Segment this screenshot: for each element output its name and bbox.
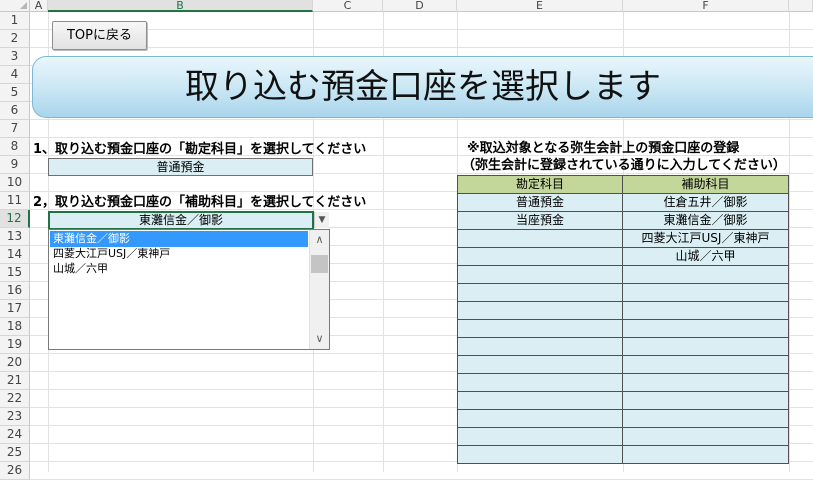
- table-cell-account-item[interactable]: [457, 445, 623, 464]
- table-cell-account-item[interactable]: [457, 427, 623, 446]
- table-cell-account-item[interactable]: [457, 337, 623, 356]
- table-cell-sub-account[interactable]: [622, 337, 789, 356]
- row-header-17[interactable]: 17: [0, 300, 30, 318]
- table-cell-account-item[interactable]: 当座預金: [457, 211, 623, 230]
- row-header-16[interactable]: 16: [0, 282, 30, 300]
- column-header-f[interactable]: F: [623, 0, 789, 12]
- table-cell-account-item[interactable]: [457, 355, 623, 374]
- table-cell-account-item[interactable]: [457, 409, 623, 428]
- header-account-item: 勘定科目: [457, 175, 623, 194]
- top-return-button[interactable]: TOPに戻る: [52, 21, 147, 50]
- registration-subtitle: （弥生会計に登録されている通りに入力してください）: [462, 158, 786, 173]
- row-header-24[interactable]: 24: [0, 426, 30, 444]
- table-cell-sub-account[interactable]: [622, 445, 789, 464]
- row-header-6[interactable]: 6: [0, 102, 30, 120]
- table-cell-account-item[interactable]: [457, 265, 623, 284]
- row-header-1[interactable]: 1: [0, 12, 30, 30]
- table-cell-account-item[interactable]: [457, 301, 623, 320]
- dropdown-arrow-icon[interactable]: ▼: [314, 212, 329, 228]
- gridline: [30, 119, 813, 120]
- row-header-18[interactable]: 18: [0, 318, 30, 336]
- row-header-23[interactable]: 23: [0, 408, 30, 426]
- column-header-g[interactable]: [789, 0, 813, 12]
- sub-account-value: 東灘信金／御影: [138, 213, 223, 227]
- table-cell-sub-account[interactable]: 東灘信金／御影: [622, 211, 789, 230]
- table-cell-sub-account[interactable]: [622, 409, 789, 428]
- table-cell-sub-account[interactable]: [622, 427, 789, 446]
- row-header-10[interactable]: 10: [0, 174, 30, 192]
- table-cell-sub-account[interactable]: [622, 283, 789, 302]
- sub-account-label: 2，取り込む預金口座の「補助科目」を選択してください: [33, 195, 367, 210]
- row-header-20[interactable]: 20: [0, 354, 30, 372]
- table-cell-account-item[interactable]: [457, 283, 623, 302]
- table-cell-sub-account[interactable]: [622, 391, 789, 410]
- scroll-up-icon[interactable]: ∧: [310, 231, 329, 249]
- row-header-5[interactable]: 5: [0, 84, 30, 102]
- scroll-down-icon[interactable]: ∨: [310, 330, 329, 348]
- row-header-15[interactable]: 15: [0, 264, 30, 282]
- column-header-e[interactable]: E: [457, 0, 623, 12]
- account-item-cell[interactable]: 普通預金: [48, 158, 313, 176]
- row-header-2[interactable]: 2: [0, 30, 30, 48]
- row-header-7[interactable]: 7: [0, 120, 30, 138]
- row-header-9[interactable]: 9: [0, 156, 30, 174]
- gridline: [30, 137, 813, 138]
- table-cell-sub-account[interactable]: [622, 301, 789, 320]
- row-header-13[interactable]: 13: [0, 228, 30, 246]
- row-header-21[interactable]: 21: [0, 372, 30, 390]
- table-cell-account-item[interactable]: [457, 247, 623, 266]
- row-header-14[interactable]: 14: [0, 246, 30, 264]
- gridline: [30, 47, 813, 48]
- row-header-8[interactable]: 8: [0, 138, 30, 156]
- table-cell-account-item[interactable]: [457, 373, 623, 392]
- sub-account-cell[interactable]: 東灘信金／御影: [48, 211, 314, 230]
- table-cell-sub-account[interactable]: [622, 373, 789, 392]
- header-sub-account: 補助科目: [622, 175, 789, 194]
- registration-title: ※取込対象となる弥生会計上の預金口座の登録: [467, 141, 740, 156]
- list-item[interactable]: 東灘信金／御影: [50, 231, 308, 247]
- account-item-label: 1、取り込む預金口座の「勘定科目」を選択してください: [33, 142, 367, 157]
- table-cell-sub-account[interactable]: [622, 355, 789, 374]
- column-header-b[interactable]: B: [48, 0, 313, 12]
- page-title-banner: 取り込む預金口座を選択します: [32, 56, 813, 118]
- table-cell-sub-account[interactable]: [622, 319, 789, 338]
- list-item[interactable]: 四菱大江戸USJ／東神戸: [50, 246, 308, 262]
- row-header-4[interactable]: 4: [0, 66, 30, 84]
- row-header-25[interactable]: 25: [0, 444, 30, 462]
- table-cell-account-item[interactable]: [457, 391, 623, 410]
- gridline: [30, 29, 813, 30]
- row-header-12[interactable]: 12: [0, 210, 30, 228]
- column-header-c[interactable]: C: [313, 0, 383, 12]
- table-cell-account-item[interactable]: 普通預金: [457, 193, 623, 212]
- scrollbar-thumb[interactable]: [311, 255, 328, 273]
- list-scrollbar[interactable]: ∧ ∨: [309, 230, 329, 349]
- table-cell-sub-account[interactable]: [622, 265, 789, 284]
- sub-account-dropdown-list[interactable]: 東灘信金／御影 四菱大江戸USJ／東神戸 山城／六甲 ∧ ∨: [48, 229, 330, 350]
- table-cell-sub-account[interactable]: 四菱大江戸USJ／東神戸: [622, 229, 789, 248]
- row-header-22[interactable]: 22: [0, 390, 30, 408]
- column-header-d[interactable]: D: [383, 0, 457, 12]
- row-header-26[interactable]: 26: [0, 462, 30, 480]
- table-cell-sub-account[interactable]: 住倉五井／御影: [622, 193, 789, 212]
- row-header-11[interactable]: 11: [0, 192, 30, 210]
- list-item[interactable]: 山城／六甲: [50, 261, 308, 277]
- row-header-3[interactable]: 3: [0, 48, 30, 66]
- select-all-corner[interactable]: [0, 0, 30, 12]
- table-cell-account-item[interactable]: [457, 229, 623, 248]
- column-header-a[interactable]: A: [30, 0, 48, 12]
- table-cell-account-item[interactable]: [457, 319, 623, 338]
- table-cell-sub-account[interactable]: 山城／六甲: [622, 247, 789, 266]
- row-header-19[interactable]: 19: [0, 336, 30, 354]
